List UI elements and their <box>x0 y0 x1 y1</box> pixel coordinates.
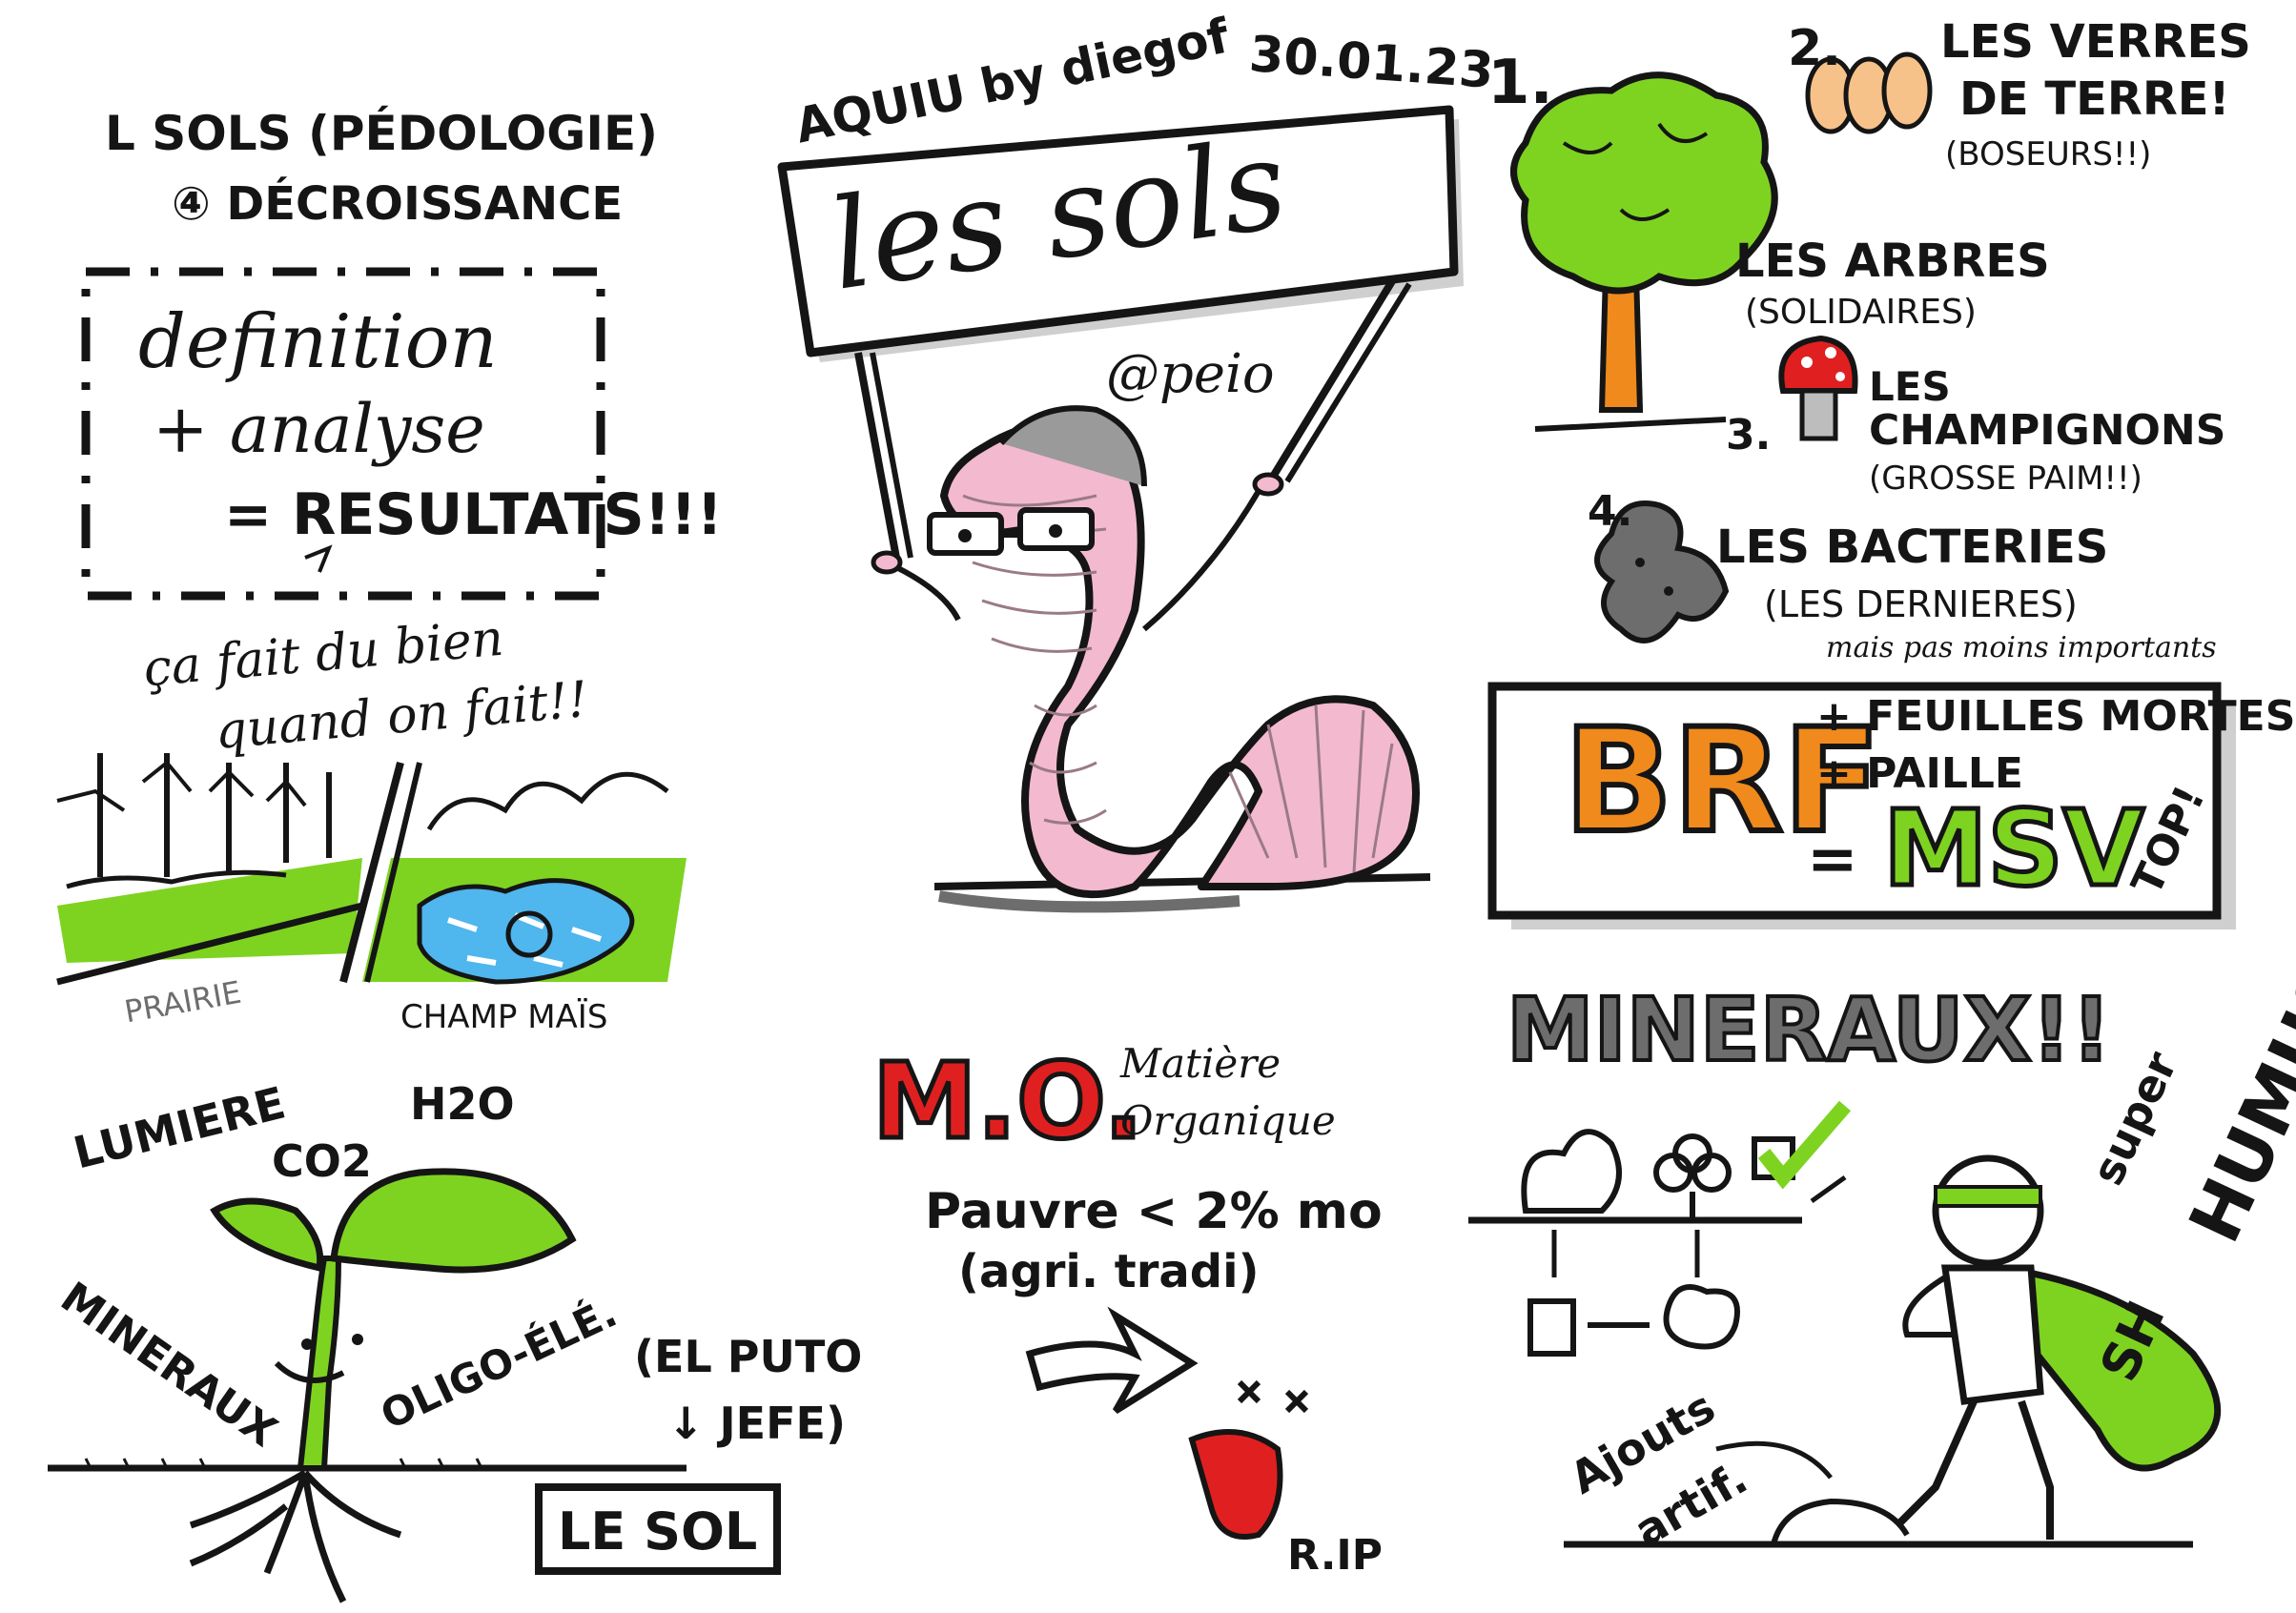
rip-label: R.IP <box>1287 1531 1384 1580</box>
topic-subheading: ④ DÉCROISSANCE <box>172 177 624 231</box>
resultats-text: = RESULTATS!!! <box>224 481 723 548</box>
el-puto-label: (EL PUTO <box>634 1331 863 1382</box>
champ-mais-label: CHAMP MAÏS <box>400 998 608 1036</box>
arbres-line-2: (SOLIDAIRES) <box>1745 293 1977 332</box>
bacteries-line-1: LES BACTERIES <box>1716 521 2109 574</box>
pauvre-label: Pauvre < 2% mo <box>925 1183 1383 1240</box>
mineraux-diagram <box>1468 1100 1852 1357</box>
msv-label: MSV <box>1881 787 2147 909</box>
organique-label: Organique <box>1120 1097 1336 1144</box>
champignons-line-3: (GROSSE PAIM!!) <box>1869 459 2142 498</box>
item-number-2: 2. <box>1788 20 1841 77</box>
item-number-3: 3. <box>1726 411 1772 459</box>
vers-line-1: LES VERRES <box>1940 15 2251 69</box>
item-number-1: 1. <box>1487 48 1553 118</box>
champignons-line-1: LES <box>1869 363 1951 410</box>
mineraux-title: MINERAUX!! <box>1505 979 2113 1081</box>
mushroom-illustration <box>1778 335 1858 441</box>
champignons-line-2: CHAMPIGNONS <box>1869 406 2226 455</box>
item-number-4: 4. <box>1588 487 1633 536</box>
le-sol-label: LE SOL <box>558 1501 758 1562</box>
brf-feuilles: + FEUILLES MORTES <box>1816 692 2296 741</box>
bacteries-line-2: (LES DERNIERES) <box>1764 583 2078 625</box>
mo-label: M.O. <box>870 1040 1145 1162</box>
co2-label: CO2 <box>272 1135 372 1187</box>
worm-illustration <box>871 405 1431 913</box>
sketchnote-sheet: AQUIU by diegof 30.01.23 les sols @peio … <box>0 0 2296 1613</box>
agri-tradi-label: (agri. tradi) <box>958 1245 1260 1298</box>
rip-illustration <box>1025 1306 1309 1540</box>
vers-line-2: DE TERRE! <box>1959 72 2230 126</box>
analyse-text: + analyse <box>153 390 485 468</box>
arbres-line-1: LES ARBRES <box>1735 235 2050 288</box>
h2o-label: H2O <box>410 1078 515 1130</box>
landscape-illustration <box>56 753 687 986</box>
bacteries-line-3: mais pas moins importants <box>1826 631 2217 664</box>
matiere-label: Matière <box>1120 1040 1281 1087</box>
jefe-label: ↓ JEFE) <box>667 1398 846 1449</box>
topic-heading: L SOLS (PÉDOLOGIE) <box>105 106 658 161</box>
author-handle: @peio <box>1106 343 1275 405</box>
definition-text: definition <box>138 299 498 385</box>
vers-line-3: (BOSEURS!!) <box>1945 135 2152 174</box>
brf-equals: = <box>1807 825 1858 895</box>
